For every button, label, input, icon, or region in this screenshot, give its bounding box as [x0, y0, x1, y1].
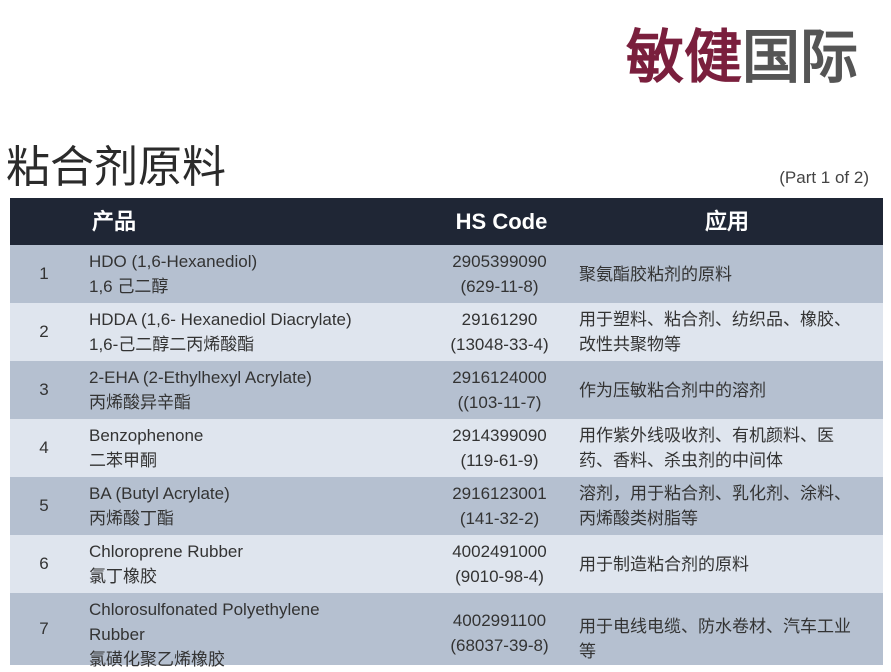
product-cell: BA (Butyl Acrylate) 丙烯酸丁酯: [78, 481, 429, 531]
table-row: 6 Chloroprene Rubber 氯丁橡胶 4002491000 (90…: [10, 535, 883, 593]
cas-number: (68037-39-8): [450, 636, 549, 655]
hs-code: 4002991100: [452, 611, 547, 630]
table-row: 7 Chlorosulfonated Polyethylene Rubber 氯…: [10, 593, 883, 669]
hs-code-cell: 2905399090 (629-11-8): [429, 249, 570, 299]
application-cell: 用作紫外线吸收剂、有机颜料、医 药、香料、杀虫剂的中间体: [570, 423, 883, 473]
application-text: 用于制造粘合剂的原料: [579, 554, 749, 574]
application-cell: 用于电线电缆、防水卷材、汽车工业 等: [570, 593, 883, 664]
application-text: 作为压敏粘合剂中的溶剂: [579, 380, 766, 400]
cas-number: (629-11-8): [460, 277, 539, 296]
application-text-2: 改性共聚物等: [579, 335, 681, 354]
application-text: 用于电线电缆、防水卷材、汽车工业: [579, 617, 851, 636]
hs-code: 2916124000: [452, 368, 547, 387]
application-text: 溶剂，用于粘合剂、乳化剂、涂料、: [579, 484, 851, 503]
hs-code: 2914399090: [452, 426, 547, 445]
hs-code-cell: 29161290 (13048-33-4): [429, 307, 570, 357]
row-number: 1: [39, 264, 49, 283]
row-number: 6: [39, 554, 49, 573]
product-name-en: 2-EHA (2-Ethylhexyl Acrylate): [89, 368, 312, 387]
part-indicator: (Part 1 of 2): [779, 168, 869, 187]
product-name-cn: 1,6-己二醇二丙烯酸酯: [89, 335, 255, 354]
product-name-en: BA (Butyl Acrylate): [89, 484, 230, 503]
product-name-en: HDDA (1,6- Hexanediol Diacrylate): [89, 310, 352, 329]
header-application: 应用: [704, 209, 749, 234]
row-number: 5: [39, 496, 49, 515]
hs-code-cell: 2916124000 ((103-11-7): [429, 365, 570, 415]
product-name-en: Chlorosulfonated Polyethylene: [89, 600, 320, 619]
product-name-cn: 氯磺化聚乙烯橡胶: [89, 650, 225, 669]
brand-logo-part2: 国际: [742, 23, 859, 91]
product-cell: Benzophenone 二苯甲酮: [78, 423, 429, 473]
product-name-en-2: Rubber: [89, 625, 145, 644]
application-text-2: 药、香料、杀虫剂的中间体: [579, 451, 783, 470]
table-row: 5 BA (Butyl Acrylate) 丙烯酸丁酯 2916123001 (…: [10, 477, 883, 535]
cas-number: (119-61-9): [460, 451, 539, 470]
application-cell: 溶剂，用于粘合剂、乳化剂、涂料、 丙烯酸类树脂等: [570, 481, 883, 531]
cas-number: ((103-11-7): [457, 393, 542, 412]
header-hs-code: HS Code: [455, 209, 548, 234]
products-table: 产品 HS Code 应用 1 HDO (1,6-Hexanediol) 1,6…: [10, 198, 883, 669]
table-header: 产品 HS Code 应用: [10, 198, 883, 245]
row-number: 7: [39, 619, 49, 638]
hs-code-cell: 4002491000 (9010-98-4): [429, 539, 570, 589]
application-text-2: 等: [579, 642, 596, 661]
hs-code: 29161290: [461, 310, 538, 329]
row-number: 4: [39, 438, 49, 457]
product-name-cn: 氯丁橡胶: [89, 567, 157, 586]
product-name-cn: 丙烯酸异辛酯: [89, 393, 191, 412]
product-name-cn: 二苯甲酮: [89, 451, 157, 470]
application-text: 用作紫外线吸收剂、有机颜料、医: [579, 426, 834, 445]
hs-code: 2916123001: [452, 484, 547, 503]
page-title: 粘合剂原料: [6, 142, 226, 193]
brand-logo-part1: 敏健: [626, 23, 743, 91]
application-text-2: 丙烯酸类树脂等: [579, 509, 698, 528]
cas-number: (13048-33-4): [450, 335, 549, 354]
hs-code-cell: 4002991100 (68037-39-8): [429, 593, 570, 658]
application-cell: 作为压敏粘合剂中的溶剂: [570, 378, 883, 403]
hs-code-cell: 2916123001 (141-32-2): [429, 481, 570, 531]
table-row: 2 HDDA (1,6- Hexanediol Diacrylate) 1,6-…: [10, 303, 883, 361]
table-row: 1 HDO (1,6-Hexanediol) 1,6 己二醇 290539909…: [10, 245, 883, 303]
product-name-cn: 丙烯酸丁酯: [89, 509, 174, 528]
hs-code-cell: 2914399090 (119-61-9): [429, 423, 570, 473]
row-number: 2: [39, 322, 49, 341]
hs-code: 2905399090: [452, 252, 547, 271]
product-cell: HDDA (1,6- Hexanediol Diacrylate) 1,6-己二…: [78, 307, 429, 357]
product-name-cn: 1,6 己二醇: [89, 277, 169, 296]
product-cell: 2-EHA (2-Ethylhexyl Acrylate) 丙烯酸异辛酯: [78, 365, 429, 415]
hs-code: 4002491000: [452, 542, 547, 561]
application-cell: 用于制造粘合剂的原料: [570, 552, 883, 577]
application-cell: 用于塑料、粘合剂、纺织品、橡胶、 改性共聚物等: [570, 307, 883, 357]
brand-logo: 敏健国际: [626, 22, 858, 92]
row-number: 3: [39, 380, 49, 399]
product-name-en: Chloroprene Rubber: [89, 542, 244, 561]
application-cell: 聚氨酯胶粘剂的原料: [570, 262, 883, 287]
product-cell: HDO (1,6-Hexanediol) 1,6 己二醇: [78, 249, 429, 299]
product-cell: Chloroprene Rubber 氯丁橡胶: [78, 539, 429, 589]
product-cell: Chlorosulfonated Polyethylene Rubber 氯磺化…: [78, 593, 429, 672]
table-row: 4 Benzophenone 二苯甲酮 2914399090 (119-61-9…: [10, 419, 883, 477]
product-name-en: HDO (1,6-Hexanediol): [89, 252, 258, 271]
cas-number: (141-32-2): [459, 509, 540, 528]
cas-number: (9010-98-4): [455, 567, 544, 586]
table-row: 3 2-EHA (2-Ethylhexyl Acrylate) 丙烯酸异辛酯 2…: [10, 361, 883, 419]
application-text: 聚氨酯胶粘剂的原料: [579, 264, 732, 284]
application-text: 用于塑料、粘合剂、纺织品、橡胶、: [579, 310, 851, 329]
product-name-en: Benzophenone: [89, 426, 204, 445]
header-product: 产品: [92, 209, 137, 234]
